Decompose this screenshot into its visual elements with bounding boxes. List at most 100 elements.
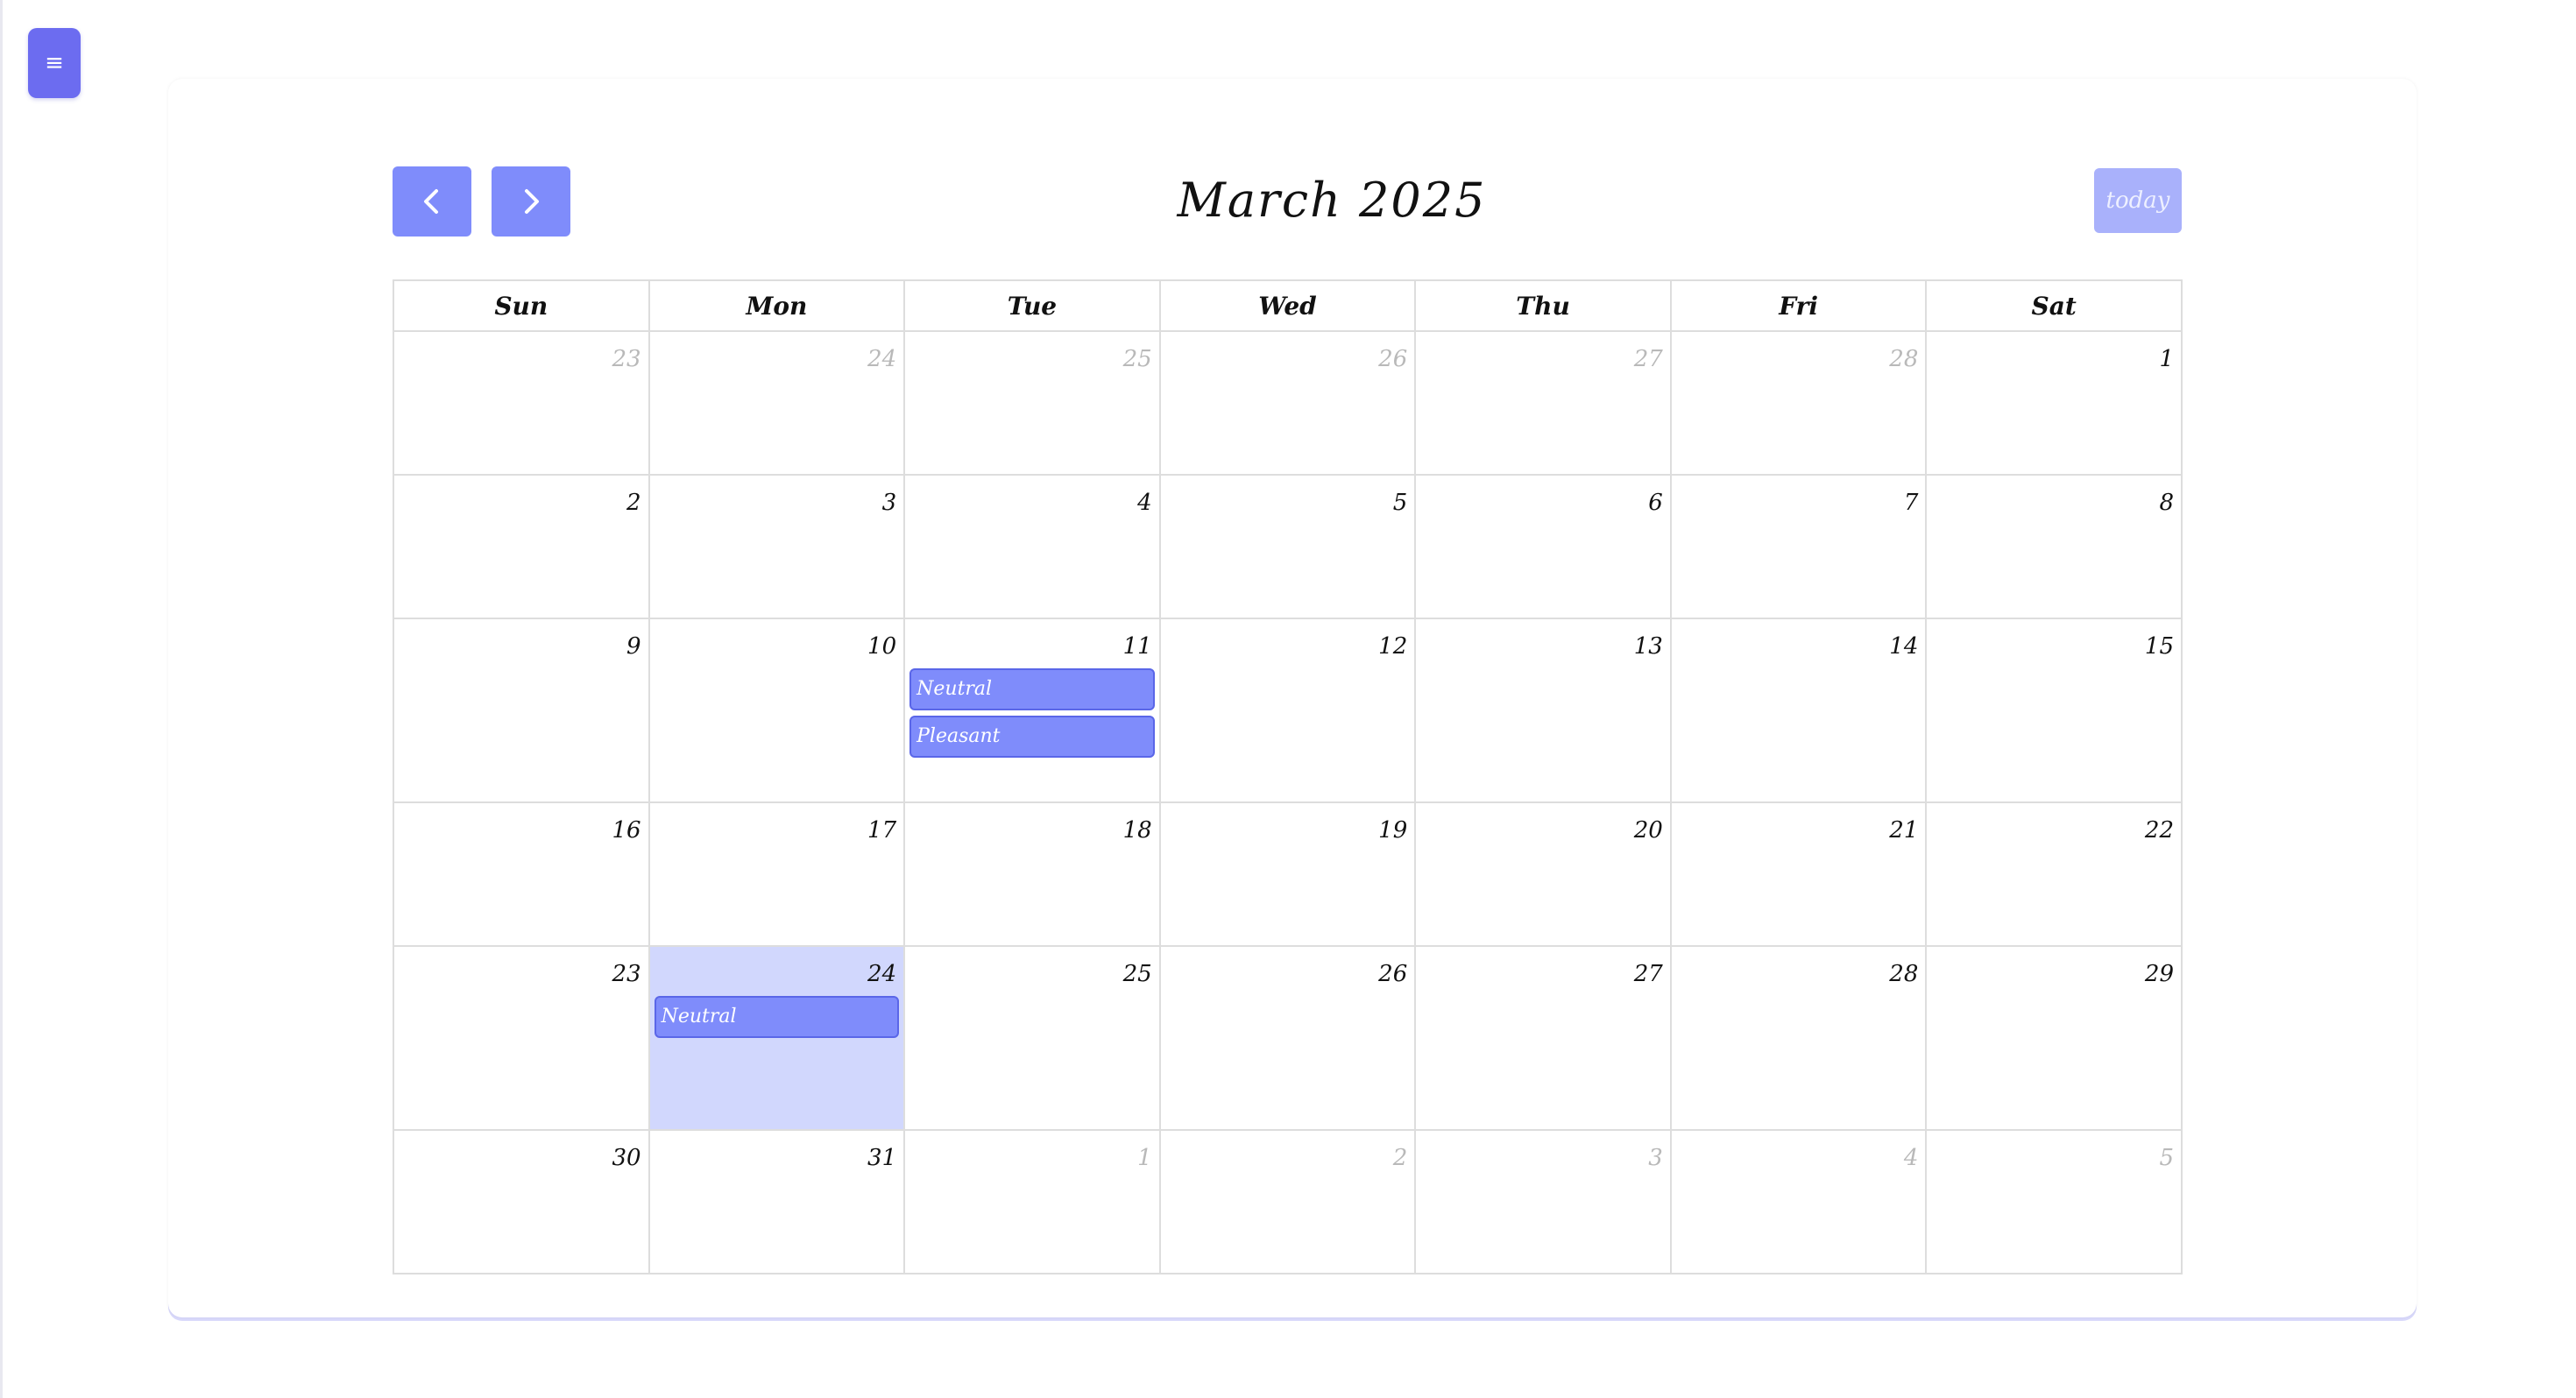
week-row: 9 10 11 Neutral Pleasant 12 13 14 15 [393,618,2183,803]
day-cell[interactable]: 30 [393,1129,650,1274]
day-cell[interactable]: 15 [1925,618,2183,803]
day-number[interactable]: 28 [1672,332,1926,376]
day-cell[interactable]: 16 [393,801,650,947]
day-cell[interactable]: 24 Neutral [648,945,906,1131]
day-number[interactable]: 16 [394,803,648,847]
day-number[interactable]: 26 [1161,332,1415,376]
day-number[interactable]: 6 [1416,476,1670,519]
day-cell[interactable]: 13 [1414,618,1672,803]
day-number[interactable]: 1 [1927,332,2181,376]
day-cell[interactable]: 24 [648,330,906,476]
day-number[interactable]: 23 [394,947,648,991]
day-cell[interactable]: 19 [1158,801,1417,947]
day-number[interactable]: 2 [394,476,648,519]
weekday-header-row: Sun Mon Tue Wed Thu Fri Sat [393,279,2183,332]
day-cell[interactable]: 11 Neutral Pleasant [903,618,1161,803]
day-number[interactable]: 10 [650,619,904,663]
day-cell[interactable]: 6 [1414,474,1672,619]
day-cell[interactable]: 5 [1158,474,1417,619]
day-cell[interactable]: 9 [393,618,650,803]
day-number[interactable]: 24 [650,947,904,991]
day-number[interactable]: 23 [394,332,648,376]
day-number[interactable]: 13 [1416,619,1670,663]
day-cell[interactable]: 3 [648,474,906,619]
day-cell[interactable]: 4 [903,474,1161,619]
day-number[interactable]: 22 [1927,803,2181,847]
day-cell[interactable]: 4 [1669,1129,1928,1274]
day-cell[interactable]: 1 [1925,330,2183,476]
day-cell[interactable]: 26 [1158,945,1417,1131]
calendar-title: March 2025 [1177,173,1487,228]
day-cell[interactable]: 1 [903,1129,1161,1274]
day-cell[interactable]: 2 [1158,1129,1417,1274]
day-cell[interactable]: 23 [393,945,650,1131]
day-number[interactable]: 17 [650,803,904,847]
day-cell[interactable]: 28 [1669,945,1928,1131]
day-number[interactable]: 12 [1161,619,1415,663]
day-cell[interactable]: 17 [648,801,906,947]
day-cell[interactable]: 10 [648,618,906,803]
day-number[interactable]: 3 [1416,1131,1670,1175]
day-cell[interactable]: 21 [1669,801,1928,947]
day-cell[interactable]: 25 [903,330,1161,476]
day-number[interactable]: 7 [1672,476,1926,519]
day-number[interactable]: 18 [905,803,1159,847]
weekday-header-tue: Tue [903,279,1161,332]
day-number[interactable]: 27 [1416,947,1670,991]
day-number[interactable]: 5 [1927,1131,2181,1175]
calendar-event[interactable]: Neutral [909,668,1155,710]
day-cell[interactable]: 23 [393,330,650,476]
day-cell[interactable]: 3 [1414,1129,1672,1274]
next-month-button[interactable] [492,166,570,237]
today-button[interactable]: today [2094,168,2182,233]
day-cell[interactable]: 12 [1158,618,1417,803]
day-cell[interactable]: 2 [393,474,650,619]
day-number[interactable]: 15 [1927,619,2181,663]
day-cell[interactable]: 29 [1925,945,2183,1131]
day-number[interactable]: 11 [905,619,1159,663]
prev-month-button[interactable] [393,166,471,237]
day-cell[interactable]: 7 [1669,474,1928,619]
day-number[interactable]: 21 [1672,803,1926,847]
day-number[interactable]: 29 [1927,947,2181,991]
menu-button[interactable]: ≡ [28,28,81,98]
day-number[interactable]: 3 [650,476,904,519]
day-number[interactable]: 28 [1672,947,1926,991]
day-number[interactable]: 25 [905,947,1159,991]
day-number[interactable]: 9 [394,619,648,663]
day-cell[interactable]: 8 [1925,474,2183,619]
page-left-border [0,0,3,1398]
day-number[interactable]: 5 [1161,476,1415,519]
day-number[interactable]: 20 [1416,803,1670,847]
day-cell[interactable]: 22 [1925,801,2183,947]
day-number[interactable]: 31 [650,1131,904,1175]
week-row: 23 24 25 26 27 28 1 [393,330,2183,476]
day-number[interactable]: 19 [1161,803,1415,847]
day-number[interactable]: 30 [394,1131,648,1175]
day-number[interactable]: 8 [1927,476,2181,519]
day-cell[interactable]: 14 [1669,618,1928,803]
day-number[interactable]: 25 [905,332,1159,376]
day-cell[interactable]: 26 [1158,330,1417,476]
day-number[interactable]: 2 [1161,1131,1415,1175]
day-number[interactable]: 4 [1672,1131,1926,1175]
day-number[interactable]: 1 [905,1131,1159,1175]
week-row: 16 17 18 19 20 21 22 [393,801,2183,947]
calendar-event[interactable]: Pleasant [909,716,1155,758]
day-cell[interactable]: 27 [1414,945,1672,1131]
day-number[interactable]: 26 [1161,947,1415,991]
week-row: 2345678 [393,474,2183,619]
calendar-event[interactable]: Neutral [654,996,900,1038]
day-cell[interactable]: 27 [1414,330,1672,476]
day-number[interactable]: 14 [1672,619,1926,663]
day-cell[interactable]: 31 [648,1129,906,1274]
day-cell[interactable]: 28 [1669,330,1928,476]
weekday-header-mon: Mon [648,279,906,332]
day-number[interactable]: 4 [905,476,1159,519]
day-cell[interactable]: 25 [903,945,1161,1131]
day-cell[interactable]: 18 [903,801,1161,947]
day-number[interactable]: 24 [650,332,904,376]
day-cell[interactable]: 20 [1414,801,1672,947]
day-cell[interactable]: 5 [1925,1129,2183,1274]
day-number[interactable]: 27 [1416,332,1670,376]
